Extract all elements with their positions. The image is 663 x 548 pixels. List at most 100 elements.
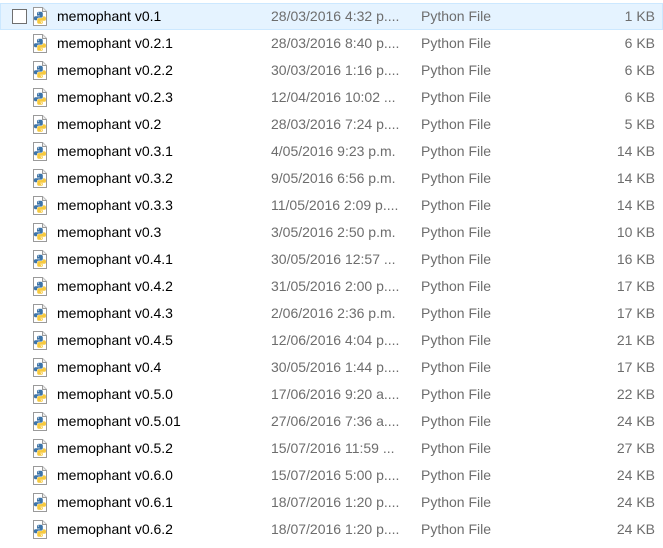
file-size: 5 KB [624, 116, 655, 132]
python-file-icon [31, 196, 49, 215]
file-date-modified: 28/03/2016 7:24 p.... [271, 116, 400, 132]
file-name: memophant v0.4.3 [57, 305, 173, 321]
file-size: 6 KB [624, 89, 655, 105]
file-date-modified: 28/03/2016 4:32 p.... [271, 8, 400, 24]
file-name: memophant v0.2 [57, 116, 162, 132]
file-type: Python File [421, 278, 492, 294]
file-row[interactable]: memophant v0.5.0 17/06/2016 9:20 a.... P… [0, 381, 663, 408]
python-file-icon [31, 61, 49, 80]
file-row[interactable]: memophant v0.3.3 11/05/2016 2:09 p.... P… [0, 192, 663, 219]
file-date-modified: 30/05/2016 12:57 ... [271, 251, 396, 267]
python-file-icon [31, 385, 49, 404]
file-size: 17 KB [616, 305, 655, 321]
file-name: memophant v0.4.1 [57, 251, 173, 267]
file-row[interactable]: memophant v0.1 28/03/2016 4:32 p.... Pyt… [0, 3, 663, 30]
python-file-icon [31, 331, 49, 350]
file-type: Python File [421, 413, 492, 429]
file-size: 21 KB [616, 332, 655, 348]
file-name: memophant v0.6.1 [57, 494, 173, 510]
file-row[interactable]: memophant v0.2 28/03/2016 7:24 p.... Pyt… [0, 111, 663, 138]
file-date-modified: 31/05/2016 2:00 p.... [271, 278, 400, 294]
file-type: Python File [421, 197, 492, 213]
file-name: memophant v0.3.3 [57, 197, 173, 213]
python-file-icon [31, 34, 49, 53]
file-row[interactable]: memophant v0.2.3 12/04/2016 10:02 ... Py… [0, 84, 663, 111]
file-type: Python File [421, 35, 492, 51]
file-type: Python File [421, 467, 492, 483]
file-type: Python File [421, 170, 492, 186]
file-name: memophant v0.6.2 [57, 521, 173, 537]
file-date-modified: 27/06/2016 7:36 a.... [271, 413, 400, 429]
file-type: Python File [421, 494, 492, 510]
file-row[interactable]: memophant v0.6.2 18/07/2016 1:20 p.... P… [0, 516, 663, 543]
file-name: memophant v0.2.2 [57, 62, 173, 78]
file-row[interactable]: memophant v0.2.2 30/03/2016 1:16 p.... P… [0, 57, 663, 84]
file-size: 6 KB [624, 35, 655, 51]
file-row[interactable]: memophant v0.5.2 15/07/2016 11:59 ... Py… [0, 435, 663, 462]
file-row[interactable]: memophant v0.6.1 18/07/2016 1:20 p.... P… [0, 489, 663, 516]
file-size: 14 KB [616, 197, 655, 213]
python-file-icon [31, 7, 49, 26]
file-size: 17 KB [616, 278, 655, 294]
file-date-modified: 15/07/2016 11:59 ... [271, 440, 395, 456]
file-size: 24 KB [616, 521, 655, 537]
file-name: memophant v0.1 [57, 8, 162, 24]
file-row[interactable]: memophant v0.4 30/05/2016 1:44 p.... Pyt… [0, 354, 663, 381]
file-row[interactable]: memophant v0.4.2 31/05/2016 2:00 p.... P… [0, 273, 663, 300]
file-type: Python File [421, 224, 492, 240]
checkbox-icon[interactable] [12, 9, 27, 24]
file-type: Python File [421, 332, 492, 348]
python-file-icon [31, 115, 49, 134]
file-row[interactable]: memophant v0.4.1 30/05/2016 12:57 ... Py… [0, 246, 663, 273]
file-date-modified: 18/07/2016 1:20 p.... [271, 494, 400, 510]
file-name: memophant v0.6.0 [57, 467, 173, 483]
python-file-icon [31, 142, 49, 161]
file-size: 17 KB [616, 359, 655, 375]
file-type: Python File [421, 116, 492, 132]
python-file-icon [31, 250, 49, 269]
file-size: 22 KB [616, 386, 655, 402]
python-file-icon [31, 412, 49, 431]
file-date-modified: 12/04/2016 10:02 ... [271, 89, 396, 105]
file-date-modified: 30/03/2016 1:16 p.... [271, 62, 400, 78]
file-date-modified: 28/03/2016 8:40 p.... [271, 35, 400, 51]
file-name: memophant v0.3.2 [57, 170, 173, 186]
file-name: memophant v0.5.0 [57, 386, 173, 402]
file-date-modified: 18/07/2016 1:20 p.... [271, 521, 400, 537]
file-row[interactable]: memophant v0.3.1 4/05/2016 9:23 p.m. Pyt… [0, 138, 663, 165]
file-date-modified: 11/05/2016 2:09 p.... [271, 197, 399, 213]
file-row[interactable]: memophant v0.4.5 12/06/2016 4:04 p.... P… [0, 327, 663, 354]
file-date-modified: 15/07/2016 5:00 p.... [271, 467, 400, 483]
file-date-modified: 3/05/2016 2:50 p.m. [271, 224, 396, 240]
python-file-icon [31, 88, 49, 107]
file-name: memophant v0.5.01 [57, 413, 181, 429]
file-size: 24 KB [616, 467, 655, 483]
file-type: Python File [421, 440, 492, 456]
file-type: Python File [421, 359, 492, 375]
python-file-icon [31, 466, 49, 485]
file-name: memophant v0.4 [57, 359, 162, 375]
file-type: Python File [421, 62, 492, 78]
file-name: memophant v0.4.5 [57, 332, 173, 348]
file-type: Python File [421, 521, 492, 537]
python-file-icon [31, 439, 49, 458]
file-name: memophant v0.2.1 [57, 35, 173, 51]
file-list: memophant v0.1 28/03/2016 4:32 p.... Pyt… [0, 0, 663, 543]
file-size: 16 KB [616, 251, 655, 267]
file-row[interactable]: memophant v0.2.1 28/03/2016 8:40 p.... P… [0, 30, 663, 57]
file-type: Python File [421, 251, 492, 267]
file-date-modified: 12/06/2016 4:04 p.... [271, 332, 400, 348]
file-date-modified: 9/05/2016 6:56 p.m. [271, 170, 396, 186]
file-row[interactable]: memophant v0.4.3 2/06/2016 2:36 p.m. Pyt… [0, 300, 663, 327]
file-row[interactable]: memophant v0.6.0 15/07/2016 5:00 p.... P… [0, 462, 663, 489]
file-row[interactable]: memophant v0.3.2 9/05/2016 6:56 p.m. Pyt… [0, 165, 663, 192]
file-name: memophant v0.5.2 [57, 440, 173, 456]
file-row[interactable]: memophant v0.5.01 27/06/2016 7:36 a.... … [0, 408, 663, 435]
python-file-icon [31, 520, 49, 539]
file-size: 24 KB [616, 494, 655, 510]
file-type: Python File [421, 8, 492, 24]
file-name: memophant v0.4.2 [57, 278, 173, 294]
file-size: 14 KB [616, 170, 655, 186]
file-row[interactable]: memophant v0.3 3/05/2016 2:50 p.m. Pytho… [0, 219, 663, 246]
file-size: 24 KB [616, 413, 655, 429]
